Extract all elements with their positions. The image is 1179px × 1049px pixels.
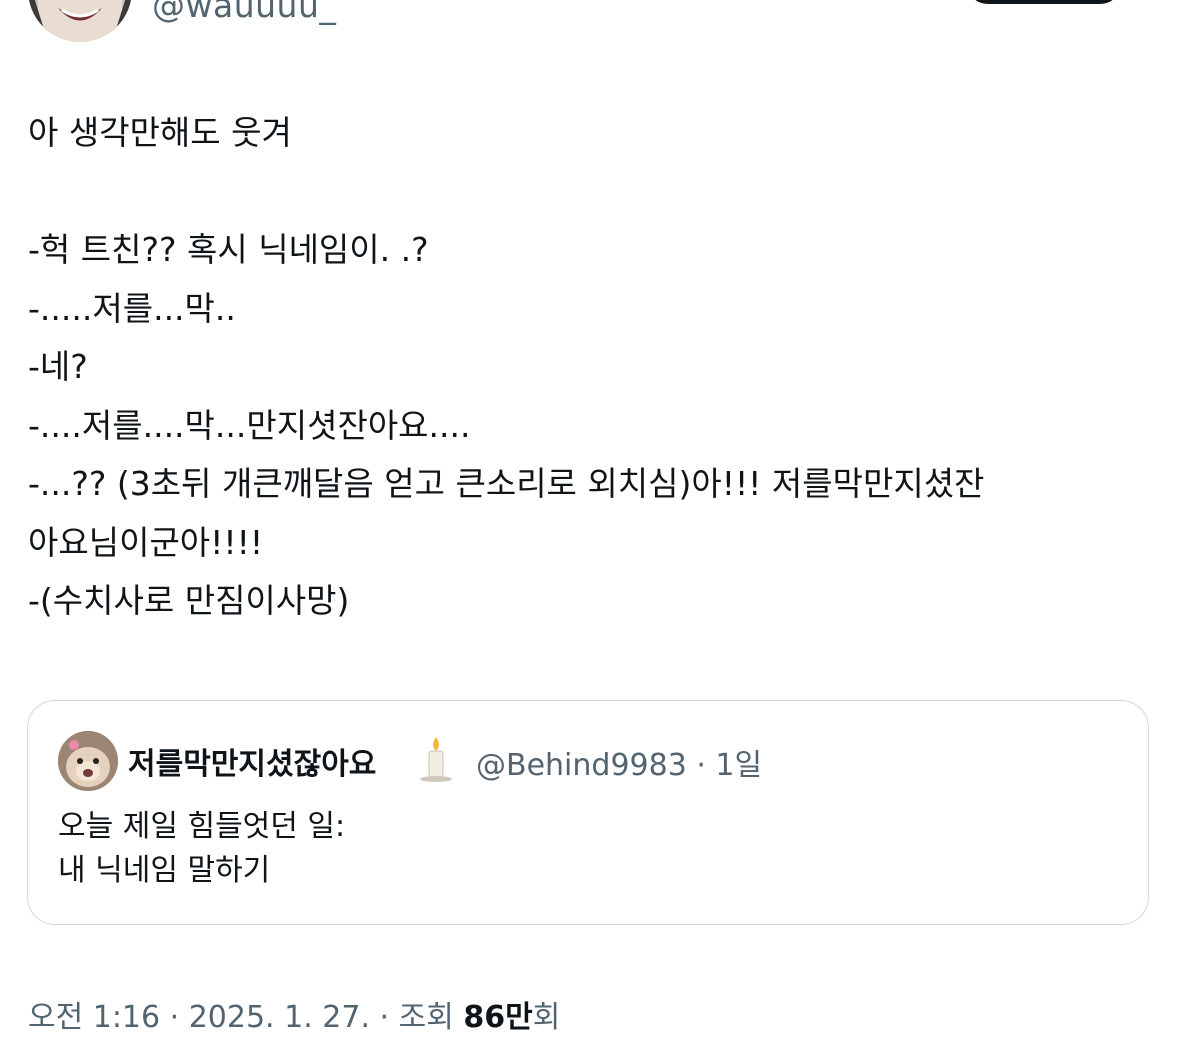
tweet-line: -헉 트친?? 혹시 닉네임이. .? — [28, 230, 429, 269]
tweet-timestamp-views: 오전 1:16 · 2025. 1. 27. · 조회 86만회 — [28, 992, 560, 1036]
author-avatar-image — [28, 0, 132, 42]
quoted-author-name[interactable]: 저를막만지셨잖아요 — [128, 739, 376, 783]
tweet-timestamp[interactable]: 오전 1:16 · 2025. 1. 27. · 조회 — [28, 1000, 463, 1035]
follow-button[interactable] — [966, 0, 1122, 4]
quoted-tweet-text: 오늘 제일 힘들엇던 일: 내 닉네임 말하기 — [58, 805, 345, 893]
quoted-author-handle-time[interactable]: @Behind9983 · 1일 — [476, 740, 762, 784]
tweet-line: -.....저를...막.. — [28, 288, 236, 328]
tweet-line: 아 생각만해도 웃겨 — [28, 113, 292, 152]
tweet-line: 아요님이군아!!!! — [28, 522, 264, 562]
tweet-line: -(수치사로 만짐이사망) — [28, 581, 350, 620]
tweet-text: 아 생각만해도 웃겨 -헉 트친?? 혹시 닉네임이. .? -.....저를.… — [28, 104, 1153, 631]
quoted-tweet-line: 내 닉네임 말하기 — [58, 853, 271, 888]
hamster-avatar-image — [58, 731, 118, 791]
candle-icon — [416, 735, 456, 783]
tweet-line: -네? — [28, 347, 88, 386]
tweet-line: -...?? (3초뒤 개큰깨달음 얻고 큰소리로 외치심)아!!! 저를막만지… — [28, 464, 985, 503]
author-avatar[interactable] — [28, 0, 132, 42]
view-count: 86만 — [463, 1000, 533, 1035]
tweet-line: -....저를....막...만지셧잔아요.... — [28, 405, 471, 445]
quoted-author-avatar[interactable] — [58, 731, 118, 791]
view-count-suffix: 회 — [532, 1000, 561, 1035]
quoted-tweet-card[interactable]: 저를막만지셨잖아요 @Behind9983 · 1일 오늘 제일 힘들엇던 일:… — [27, 700, 1149, 925]
tweet-line — [28, 163, 1153, 222]
quoted-tweet-line: 오늘 제일 힘들엇던 일: — [58, 809, 346, 844]
author-handle[interactable]: @wauuuu_ — [152, 0, 336, 25]
